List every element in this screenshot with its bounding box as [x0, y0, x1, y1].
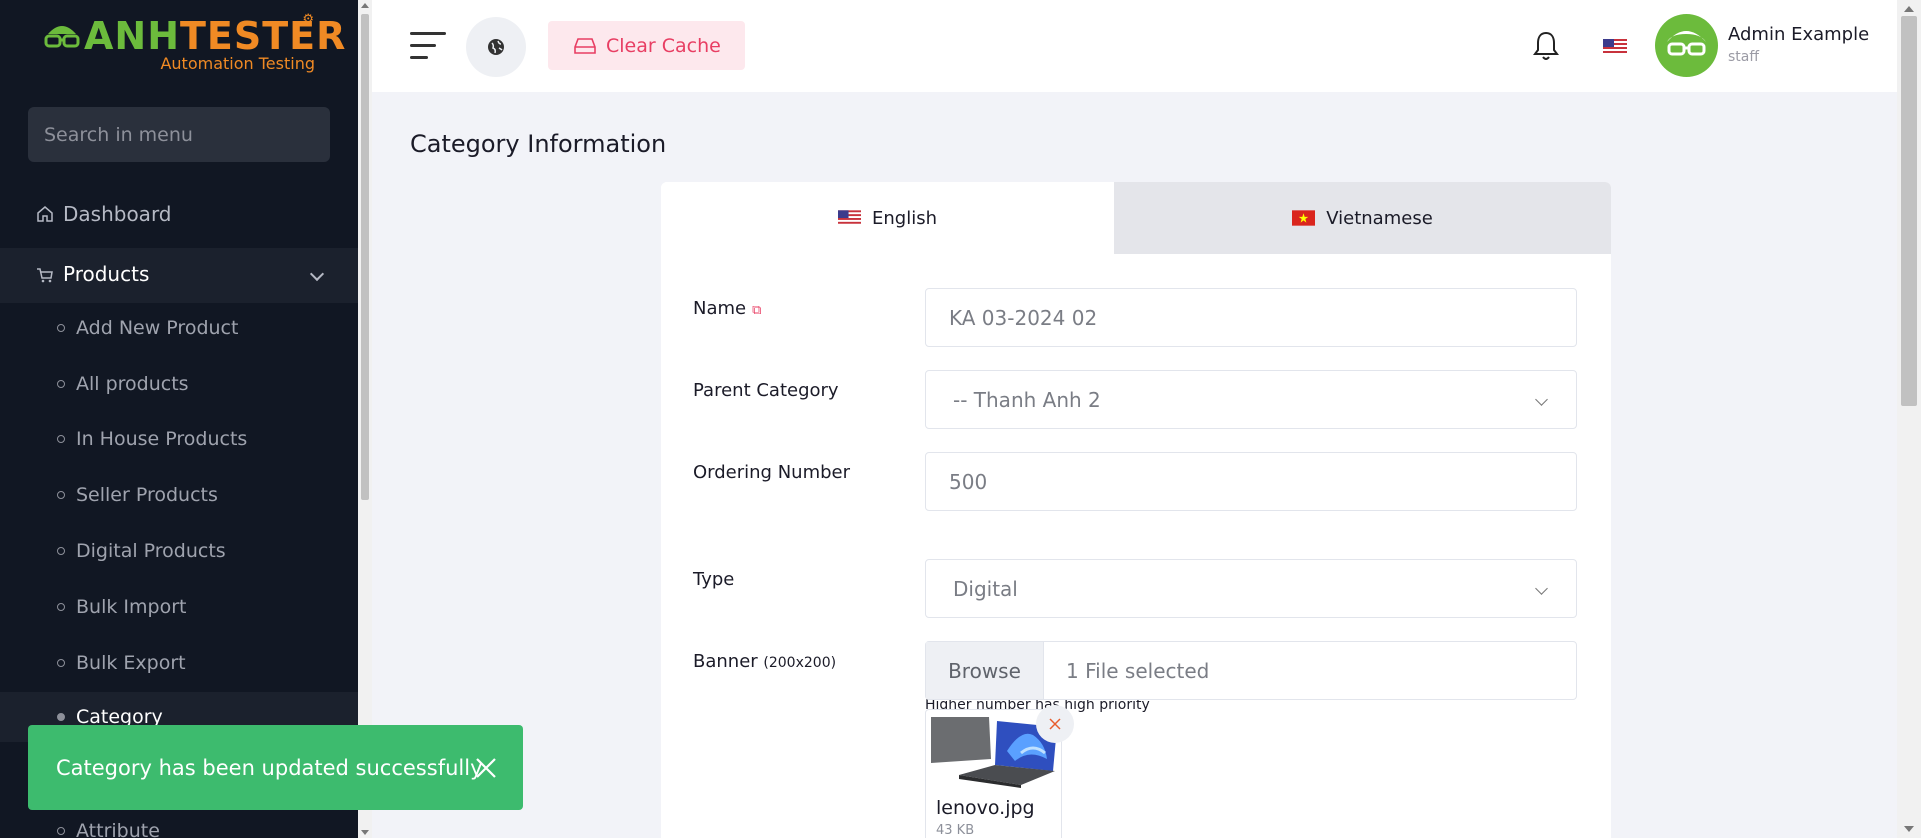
tab-english[interactable]: English	[661, 182, 1114, 254]
brand-logo[interactable]: ANHTESTER ⚙ Automation Testing	[40, 10, 345, 80]
name-input[interactable]: KA 03-2024 02	[925, 288, 1577, 347]
ordering-number-label: Ordering Number	[693, 462, 851, 483]
us-flag-icon	[838, 210, 861, 226]
page-title: Category Information	[410, 130, 667, 158]
sidebar-subitem-all-products[interactable]: All products	[0, 364, 358, 404]
menu-search-input[interactable]	[28, 107, 330, 162]
close-icon	[1049, 718, 1061, 730]
bullet-icon	[57, 603, 65, 611]
bullet-icon	[57, 380, 65, 388]
bullet-icon	[57, 827, 65, 835]
avatar[interactable]	[1655, 14, 1718, 77]
brand-tagline: Automation Testing	[160, 54, 315, 73]
sidebar-subitem-label: Bulk Import	[76, 596, 187, 618]
sidebar-subitem-seller-products[interactable]: Seller Products	[0, 475, 358, 515]
hamburger-menu-icon[interactable]	[410, 32, 446, 60]
us-flag-icon[interactable]	[1603, 39, 1627, 55]
user-role: staff	[1728, 49, 1760, 65]
browse-button[interactable]: Browse	[926, 642, 1044, 699]
globe-icon	[488, 39, 504, 55]
glasses-logo-icon	[44, 26, 80, 48]
sidebar-subitem-label: Digital Products	[76, 540, 226, 562]
vietnam-flag-icon	[1292, 210, 1316, 226]
file-selected-status: 1 File selected	[1066, 658, 1210, 683]
bullet-icon	[57, 324, 65, 332]
tab-label: Vietnamese	[1326, 207, 1433, 229]
sidebar-subitem-label: Bulk Export	[76, 652, 186, 674]
scroll-up-arrow-icon[interactable]	[1904, 6, 1914, 12]
sidebar-subitem-label: Attribute	[76, 820, 160, 838]
file-size: 43 KB	[936, 823, 975, 838]
parent-category-value: -- Thanh Anh 2	[953, 387, 1101, 412]
close-icon[interactable]	[475, 757, 497, 779]
bell-icon[interactable]	[1532, 30, 1560, 62]
sidebar: ANHTESTER ⚙ Automation Testing Dashboard…	[0, 0, 358, 838]
sidebar-subitem-digital-products[interactable]: Digital Products	[0, 531, 358, 571]
sidebar-scrollbar[interactable]	[358, 0, 372, 838]
parent-category-label: Parent Category	[693, 380, 839, 401]
sidebar-item-label: Dashboard	[63, 202, 172, 226]
sidebar-subitem-label: In House Products	[76, 428, 248, 450]
top-bar: Clear Cache Admin Example staff	[372, 0, 1897, 92]
main-scrollbar-thumb[interactable]	[1901, 16, 1917, 406]
banner-size-hint: (200x200)	[763, 655, 837, 671]
sidebar-subitem-attribute[interactable]: Attribute	[0, 811, 358, 838]
user-name[interactable]: Admin Example	[1728, 24, 1869, 45]
type-label: Type	[693, 569, 735, 590]
sidebar-scrollbar-thumb[interactable]	[361, 14, 369, 500]
brand-name-part2: TESTER	[180, 14, 347, 58]
brand-name-part1: ANH	[84, 14, 181, 58]
chevron-down-icon	[1535, 582, 1548, 595]
sidebar-subitem-bulk-import[interactable]: Bulk Import	[0, 587, 358, 627]
sidebar-subitem-label: All products	[76, 373, 189, 395]
chevron-down-icon	[1535, 393, 1548, 406]
chevron-down-icon	[309, 266, 325, 281]
name-input-value: KA 03-2024 02	[949, 305, 1098, 330]
translatable-icon: ⧉	[752, 303, 762, 318]
sidebar-item-label: Products	[63, 262, 150, 286]
remove-file-button[interactable]	[1036, 705, 1074, 743]
type-select[interactable]: Digital	[925, 559, 1577, 618]
type-value: Digital	[953, 576, 1018, 601]
scroll-up-arrow-icon[interactable]	[361, 3, 369, 8]
sidebar-subitem-add-new-product[interactable]: Add New Product	[0, 308, 358, 348]
sidebar-subitem-bulk-export[interactable]: Bulk Export	[0, 643, 358, 683]
scroll-down-arrow-icon[interactable]	[1904, 826, 1914, 832]
clear-cache-button[interactable]: Clear Cache	[548, 21, 745, 70]
cart-icon	[37, 268, 53, 283]
tab-vietnamese[interactable]: Vietnamese	[1114, 182, 1611, 254]
sidebar-item-products[interactable]: Products	[0, 248, 358, 303]
bullet-icon	[57, 491, 65, 499]
category-form-card: English Vietnamese Name ⧉ KA 03-2024 02 P…	[661, 182, 1611, 838]
banner-label-text: Banner	[693, 651, 758, 672]
tab-label: English	[872, 207, 937, 229]
clear-cache-label: Clear Cache	[606, 34, 721, 57]
toast-message: Category has been updated successfully	[56, 755, 483, 780]
name-label: Name ⧉	[693, 298, 761, 319]
name-label-text: Name	[693, 298, 747, 319]
bullet-icon	[57, 713, 65, 721]
sidebar-subitem-label: Seller Products	[76, 484, 218, 506]
success-toast: Category has been updated successfully	[28, 725, 523, 810]
file-name: lenovo.jpg	[936, 797, 1035, 819]
user-avatar-icon	[1667, 31, 1706, 56]
bullet-icon	[57, 547, 65, 555]
ordering-number-input[interactable]: 500	[925, 452, 1577, 511]
ordering-number-value: 500	[949, 469, 988, 494]
parent-category-select[interactable]: -- Thanh Anh 2	[925, 370, 1577, 429]
bullet-icon	[57, 435, 65, 443]
sidebar-subitem-label: Add New Product	[76, 317, 239, 339]
sidebar-item-dashboard[interactable]: Dashboard	[0, 194, 358, 234]
sidebar-subitem-in-house-products[interactable]: In House Products	[0, 419, 358, 459]
brand-badge-icon: ⚙	[302, 12, 314, 27]
banner-label: Banner (200x200)	[693, 651, 836, 672]
scroll-down-arrow-icon[interactable]	[361, 830, 369, 835]
hard-drive-icon	[574, 37, 596, 54]
banner-file-input[interactable]: Browse 1 File selected	[925, 641, 1577, 700]
home-icon	[37, 206, 53, 222]
browse-website-button[interactable]	[466, 17, 526, 77]
bullet-icon	[57, 659, 65, 667]
main-scrollbar[interactable]	[1897, 0, 1921, 838]
